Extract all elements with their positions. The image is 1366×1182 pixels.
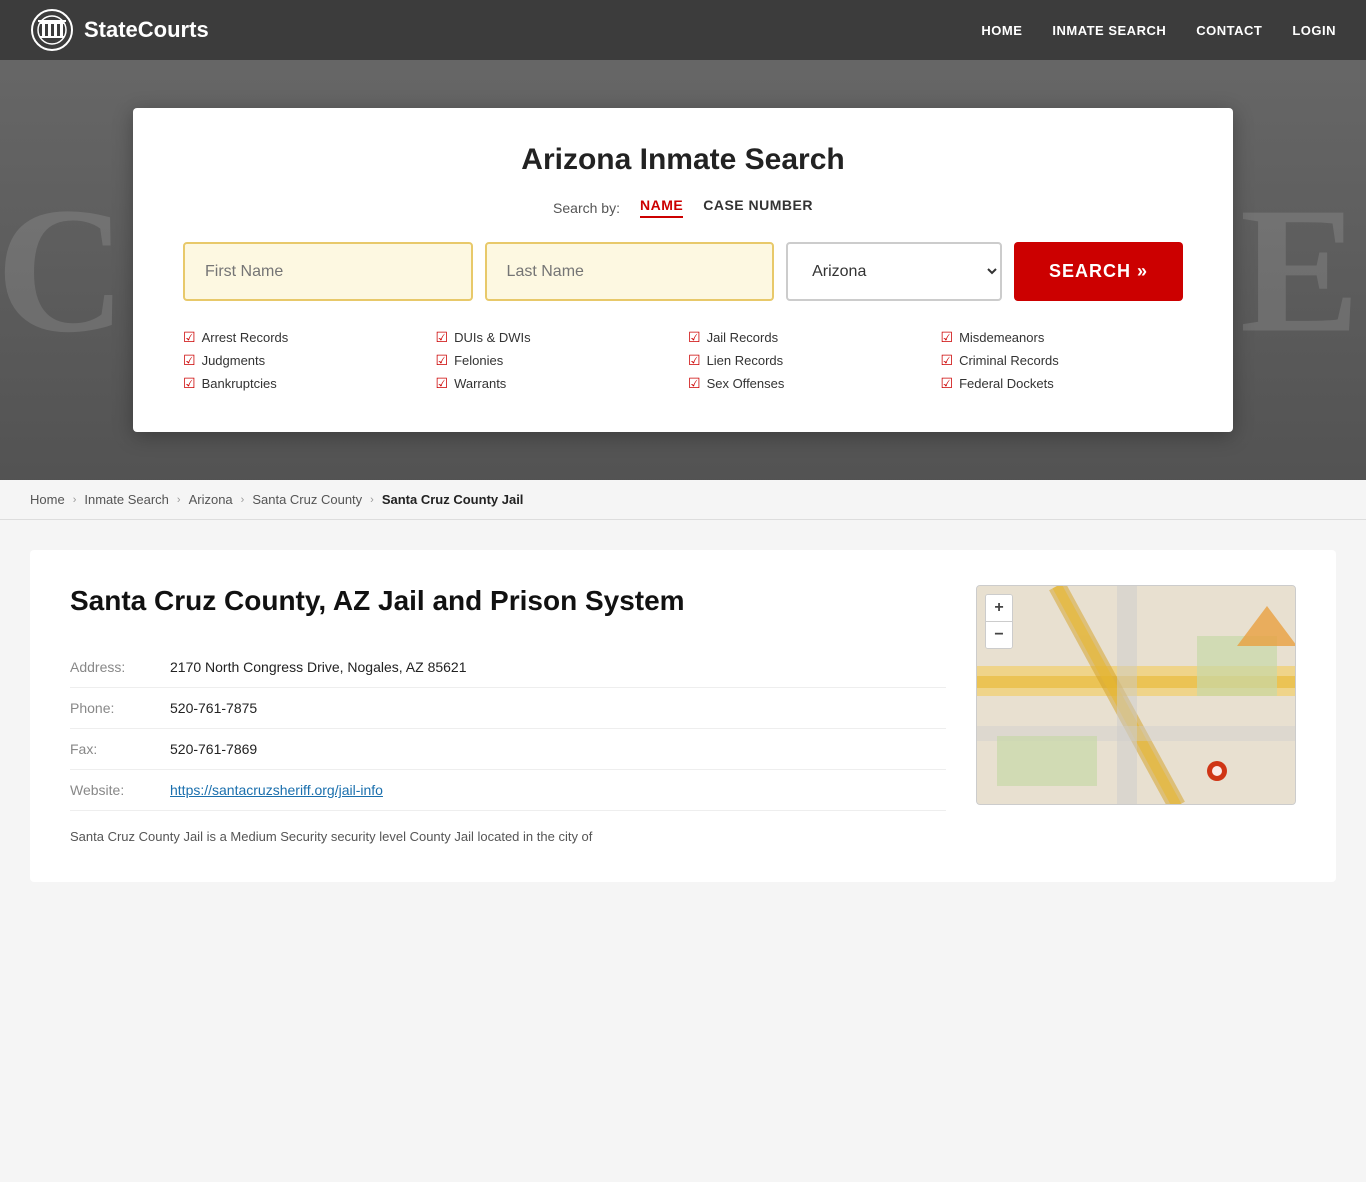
search-inputs-row: Arizona Alabama Alaska California Colora… (183, 242, 1183, 301)
map-zoom-out-button[interactable]: − (986, 622, 1012, 648)
check-item: ☑ Warrants (436, 375, 679, 392)
check-icon: ☑ (688, 352, 701, 369)
breadcrumb-separator: › (370, 494, 374, 506)
check-item: ☑ Federal Dockets (941, 375, 1184, 392)
address-row: Address: 2170 North Congress Drive, Noga… (70, 647, 946, 688)
fax-label: Fax: (70, 729, 170, 770)
check-item: ☑ DUIs & DWIs (436, 329, 679, 346)
check-icon: ☑ (688, 329, 701, 346)
check-label: Criminal Records (959, 353, 1059, 368)
check-label: Sex Offenses (707, 376, 785, 391)
map-area: + − (976, 585, 1296, 805)
check-icon: ☑ (688, 375, 701, 392)
tab-name[interactable]: NAME (640, 197, 683, 218)
check-item: ☑ Sex Offenses (688, 375, 931, 392)
address-value: 2170 North Congress Drive, Nogales, AZ 8… (170, 647, 946, 688)
check-icon: ☑ (941, 352, 954, 369)
breadcrumb: Home › Inmate Search › Arizona › Santa Cruz Co… (0, 480, 1366, 520)
check-label: Judgments (202, 353, 266, 368)
breadcrumb-link[interactable]: Santa Cruz County (252, 492, 362, 507)
content-description: Santa Cruz County Jail is a Medium Secur… (70, 827, 946, 847)
check-icon: ☑ (183, 329, 196, 346)
search-button[interactable]: SEARCH » (1014, 242, 1183, 301)
search-by-row: Search by: NAME CASE NUMBER (183, 197, 1183, 218)
logo-icon (30, 8, 74, 52)
breadcrumb-link[interactable]: Arizona (189, 492, 233, 507)
check-icon: ☑ (183, 375, 196, 392)
fax-row: Fax: 520-761-7869 (70, 729, 946, 770)
search-title: Arizona Inmate Search (183, 143, 1183, 177)
check-label: Lien Records (707, 353, 784, 368)
check-label: Felonies (454, 353, 503, 368)
state-select[interactable]: Arizona Alabama Alaska California Colora… (786, 242, 1002, 301)
check-icon: ☑ (941, 329, 954, 346)
logo-text: StateCourts (84, 17, 209, 43)
breadcrumb-current: Santa Cruz County Jail (382, 492, 524, 507)
check-icon: ☑ (436, 352, 449, 369)
check-item: ☑ Felonies (436, 352, 679, 369)
nav-home[interactable]: HOME (981, 23, 1022, 38)
content-left: Santa Cruz County, AZ Jail and Prison Sy… (70, 585, 946, 847)
check-item: ☑ Lien Records (688, 352, 931, 369)
map-placeholder: + − (977, 586, 1295, 804)
nav-inmate-search[interactable]: INMATE SEARCH (1052, 23, 1166, 38)
check-label: DUIs & DWIs (454, 330, 531, 345)
check-item: ☑ Misdemeanors (941, 329, 1184, 346)
website-label: Website: (70, 770, 170, 811)
map-zoom-controls: + − (985, 594, 1013, 649)
content-title: Santa Cruz County, AZ Jail and Prison Sy… (70, 585, 946, 617)
fax-value: 520-761-7869 (170, 729, 946, 770)
check-label: Jail Records (707, 330, 779, 345)
address-label: Address: (70, 647, 170, 688)
map-svg (977, 586, 1295, 804)
map-zoom-in-button[interactable]: + (986, 595, 1012, 621)
content-section: Santa Cruz County, AZ Jail and Prison Sy… (0, 520, 1366, 1182)
nav-links: HOME INMATE SEARCH CONTACT LOGIN (981, 23, 1336, 38)
nav-contact[interactable]: CONTACT (1196, 23, 1262, 38)
breadcrumb-link[interactable]: Inmate Search (84, 492, 169, 507)
breadcrumb-separator: › (73, 494, 77, 506)
tab-case-number[interactable]: CASE NUMBER (703, 197, 813, 218)
header: StateCourts HOME INMATE SEARCH CONTACT L… (0, 0, 1366, 60)
phone-row: Phone: 520-761-7875 (70, 688, 946, 729)
check-item: ☑ Arrest Records (183, 329, 426, 346)
info-table: Address: 2170 North Congress Drive, Noga… (70, 647, 946, 811)
check-icon: ☑ (436, 375, 449, 392)
website-value: https://santacruzsheriff.org/jail-info (170, 770, 946, 811)
last-name-input[interactable] (485, 242, 775, 301)
phone-value: 520-761-7875 (170, 688, 946, 729)
checks-grid: ☑ Arrest Records ☑ DUIs & DWIs ☑ Jail Records… (183, 329, 1183, 392)
search-by-label: Search by: (553, 200, 620, 216)
website-row: Website: https://santacruzsheriff.org/ja… (70, 770, 946, 811)
website-link[interactable]: https://santacruzsheriff.org/jail-info (170, 782, 383, 798)
breadcrumb-separator: › (241, 494, 245, 506)
check-item: ☑ Bankruptcies (183, 375, 426, 392)
check-label: Misdemeanors (959, 330, 1044, 345)
check-item: ☑ Judgments (183, 352, 426, 369)
hero-section: COURTHOUSE Arizona Inmate Search Search … (0, 60, 1366, 480)
check-icon: ☑ (941, 375, 954, 392)
phone-label: Phone: (70, 688, 170, 729)
check-icon: ☑ (183, 352, 196, 369)
check-label: Bankruptcies (202, 376, 277, 391)
check-item: ☑ Jail Records (688, 329, 931, 346)
logo-area: StateCourts (30, 8, 209, 52)
check-icon: ☑ (436, 329, 449, 346)
content-card: Santa Cruz County, AZ Jail and Prison Sy… (30, 550, 1336, 882)
first-name-input[interactable] (183, 242, 473, 301)
check-label: Federal Dockets (959, 376, 1054, 391)
breadcrumb-link[interactable]: Home (30, 492, 65, 507)
nav-login[interactable]: LOGIN (1292, 23, 1336, 38)
search-card: Arizona Inmate Search Search by: NAME CA… (133, 108, 1233, 432)
breadcrumb-separator: › (177, 494, 181, 506)
check-label: Warrants (454, 376, 506, 391)
check-item: ☑ Criminal Records (941, 352, 1184, 369)
check-label: Arrest Records (202, 330, 289, 345)
